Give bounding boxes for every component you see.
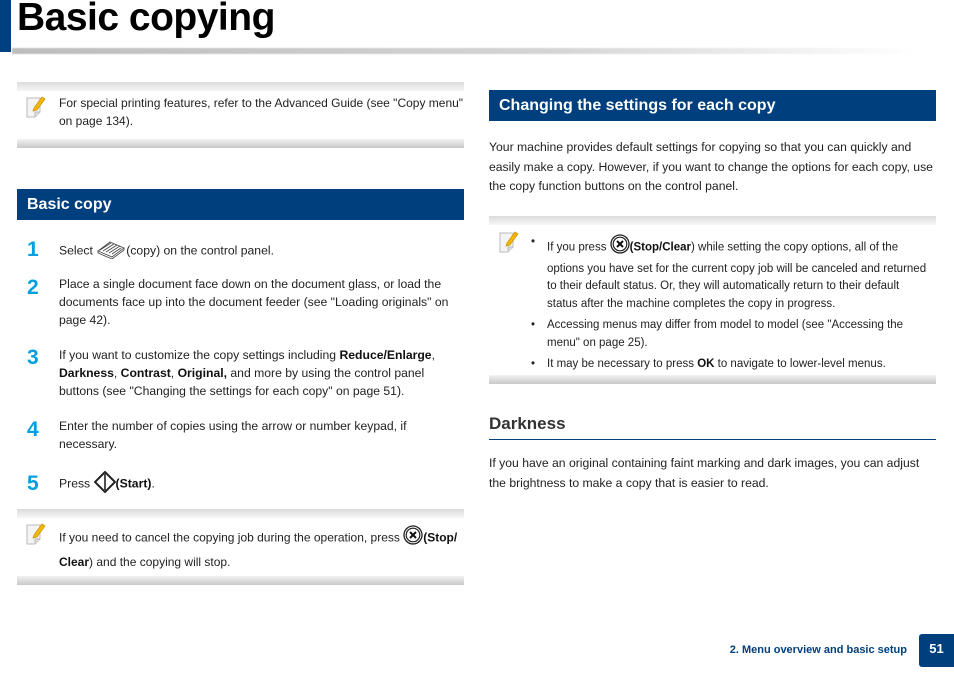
note-top-border bbox=[17, 82, 464, 91]
title-divider bbox=[12, 48, 917, 54]
step-text-post: (copy) on the control panel. bbox=[126, 243, 274, 258]
start-icon bbox=[93, 470, 116, 498]
step-number: 5 bbox=[27, 472, 39, 495]
bullet: • bbox=[531, 358, 536, 370]
bold-stop: (Stop/ bbox=[423, 530, 458, 545]
step-number: 3 bbox=[27, 346, 39, 369]
text: ) and the copying will stop. bbox=[89, 555, 231, 569]
bold-ok: OK bbox=[697, 358, 715, 370]
text: , bbox=[431, 348, 435, 362]
text: If you want to customize the copy settin… bbox=[59, 348, 340, 362]
stop-clear-icon bbox=[403, 525, 423, 552]
text: Press bbox=[59, 476, 94, 491]
text: . bbox=[151, 476, 155, 491]
text: If you press bbox=[547, 241, 610, 254]
darkness-paragraph: If you have an original containing faint… bbox=[489, 456, 920, 490]
list-item: • If you press (Stop/Clear) while settin… bbox=[531, 234, 931, 313]
step-text-pre: Select bbox=[59, 243, 97, 258]
bold-clear: Clear bbox=[59, 555, 90, 569]
note-top-border bbox=[489, 216, 936, 225]
note-text: If you need to cancel the copying job du… bbox=[59, 525, 466, 573]
bullet: • bbox=[531, 319, 536, 331]
note-pencil-icon bbox=[25, 521, 47, 545]
note-top-border bbox=[17, 509, 464, 518]
bold-darkness: Darkness bbox=[59, 366, 114, 380]
note-pencil-icon bbox=[25, 94, 47, 118]
intro-paragraph: Your machine provides default settings f… bbox=[489, 140, 933, 193]
note-bullet-list: • If you press (Stop/Clear) while settin… bbox=[531, 234, 931, 378]
note-bottom-border bbox=[17, 576, 464, 585]
copy-icon bbox=[96, 239, 126, 264]
note-advanced-guide: For special printing features, refer to … bbox=[17, 82, 464, 148]
text: Accessing menus may differ from model to… bbox=[547, 319, 904, 349]
section-banner-changing-settings: Changing the settings for each copy bbox=[489, 90, 936, 121]
footer-chapter-link[interactable]: 2. Menu overview and basic setup bbox=[730, 644, 907, 656]
bold-stop-clear: (Stop/Clear bbox=[629, 241, 691, 254]
note-cancel-copying: If you need to cancel the copying job du… bbox=[17, 509, 464, 585]
step-number: 1 bbox=[27, 238, 39, 261]
text: If you need to cancel the copying job du… bbox=[59, 530, 404, 545]
text: , bbox=[113, 366, 121, 380]
text: It may be necessary to press bbox=[547, 358, 698, 370]
step-text: Place a single document face down on the… bbox=[59, 277, 449, 327]
bold-start: (Start) bbox=[115, 476, 152, 491]
heading-divider bbox=[489, 439, 936, 440]
page-title: Basic copying bbox=[17, 0, 275, 39]
text: to navigate to lower-level menus. bbox=[714, 358, 886, 370]
darkness-heading: Darkness bbox=[489, 414, 566, 433]
note-bottom-border bbox=[17, 139, 464, 148]
step-number: 4 bbox=[27, 418, 39, 441]
text: , bbox=[170, 366, 178, 380]
step-text: Select (copy) on the control panel. bbox=[59, 239, 464, 264]
note-pencil-icon bbox=[498, 229, 520, 253]
step-text: If you want to customize the copy settin… bbox=[59, 346, 464, 400]
bold-reduce-enlarge: Reduce/Enlarge bbox=[339, 348, 432, 362]
list-item: • It may be necessary to press OK to nav… bbox=[531, 356, 931, 374]
note-text: For special printing features, refer to … bbox=[59, 96, 464, 128]
list-item: • Accessing menus may differ from model … bbox=[531, 317, 931, 352]
bullet: • bbox=[531, 236, 536, 248]
bold-original: Original, bbox=[177, 366, 227, 380]
stop-clear-icon bbox=[609, 234, 630, 261]
page-number-badge: 51 bbox=[919, 634, 954, 667]
title-accent-bar bbox=[0, 0, 11, 52]
bold-contrast: Contrast bbox=[120, 366, 171, 380]
step-text: Press (Start). bbox=[59, 470, 464, 498]
step-number: 2 bbox=[27, 276, 39, 299]
section-banner-basic-copy: Basic copy bbox=[17, 189, 464, 220]
step-text: Enter the number of copies using the arr… bbox=[59, 419, 407, 451]
